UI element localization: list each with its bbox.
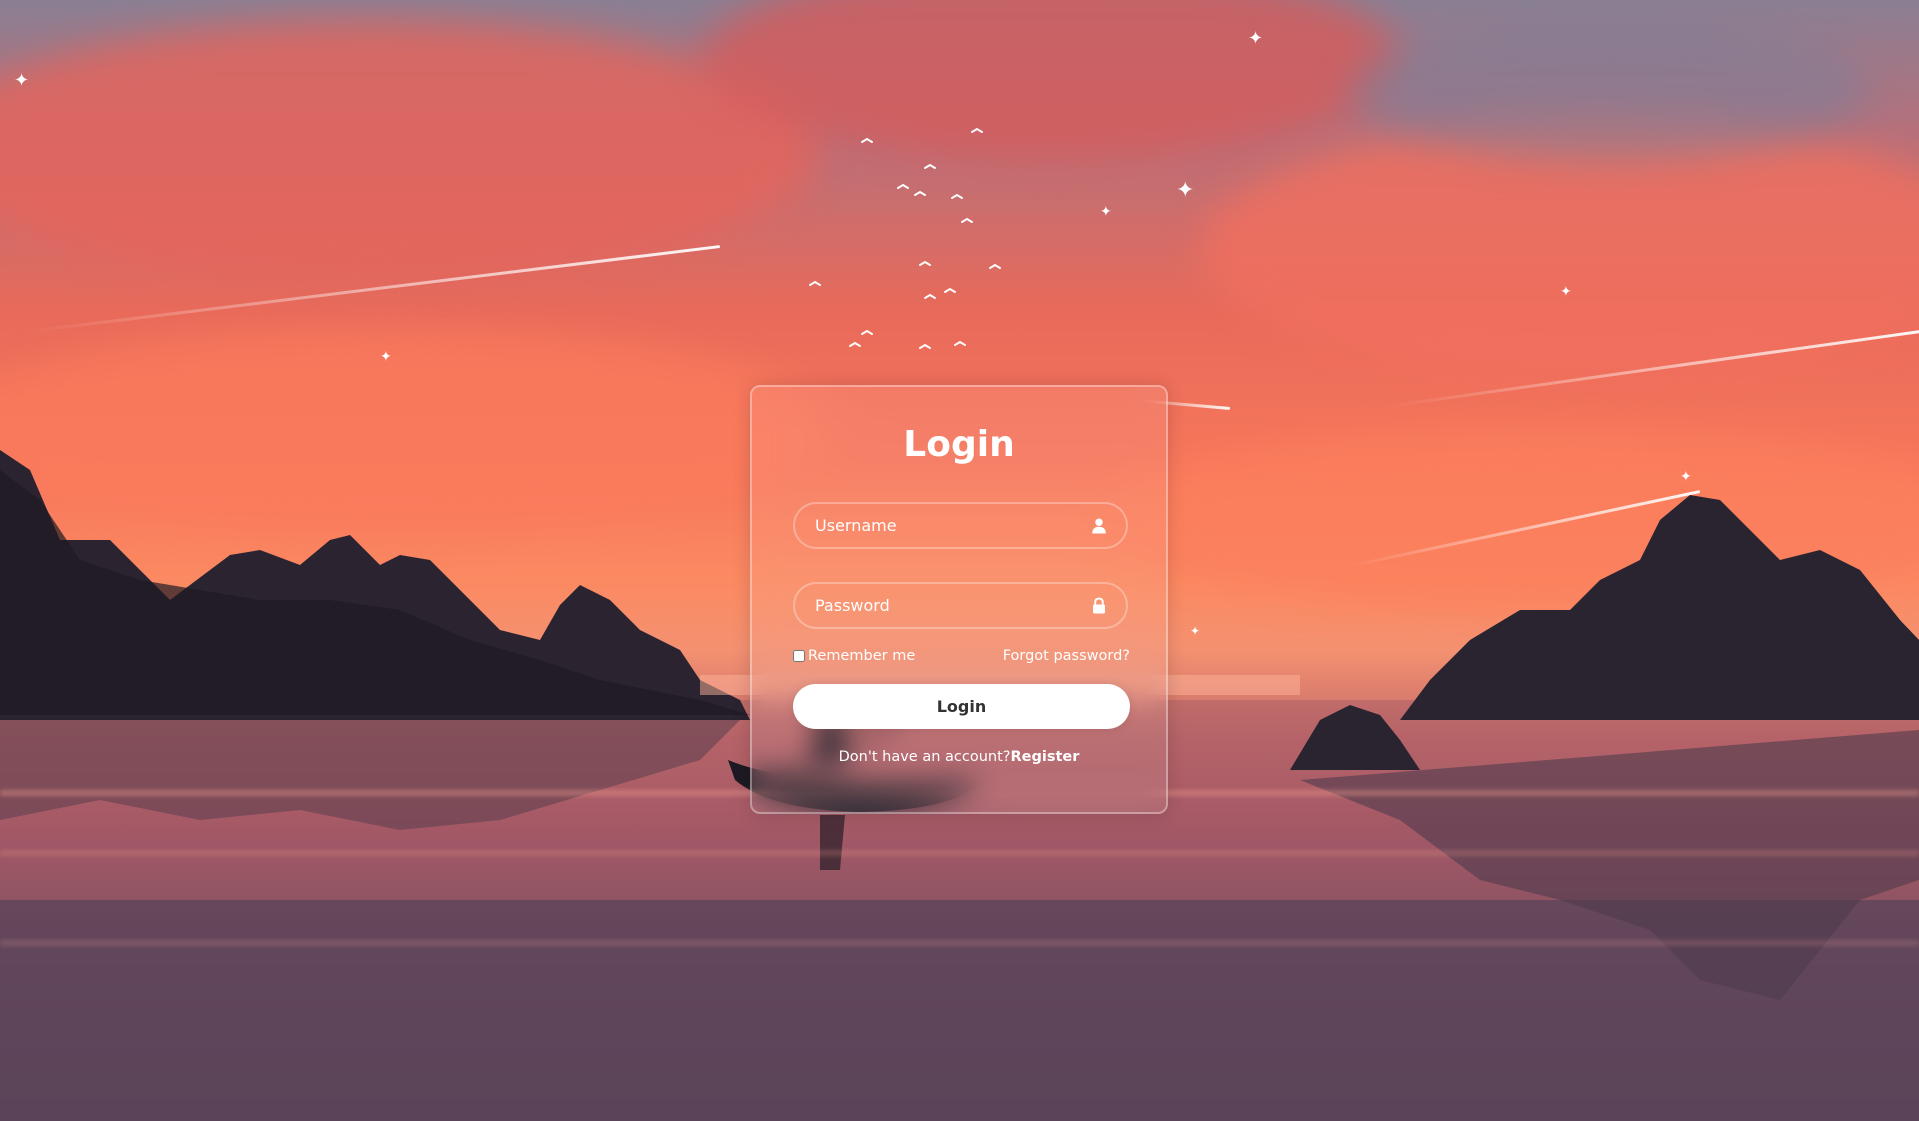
register-prompt-text: Don't have an account? — [838, 749, 1011, 765]
login-title: Login — [903, 424, 1015, 465]
background-scene: ✦ ✦ ✦ ✦ ✦ ✦ ✦ ✦ Login Username Remember … — [0, 0, 1919, 1121]
password-input[interactable] — [795, 584, 1126, 627]
remember-me-checkbox[interactable] — [793, 650, 805, 662]
remember-me-label: Remember me — [808, 648, 916, 664]
password-field — [793, 582, 1128, 629]
user-icon — [1092, 518, 1106, 533]
forgot-password-link[interactable]: Forgot password? — [1003, 648, 1130, 664]
register-prompt: Don't have an account?Register — [752, 749, 1166, 765]
register-link[interactable]: Register — [1010, 749, 1079, 765]
water-shine — [0, 850, 1919, 856]
water-shine — [0, 940, 1919, 946]
username-field — [793, 502, 1128, 549]
login-form: Login Remember me Forgot password? Login — [750, 385, 1168, 814]
remember-forgot-row: Remember me Forgot password? — [793, 646, 1130, 666]
lock-icon — [1093, 597, 1105, 613]
remember-me-option[interactable]: Remember me — [793, 648, 915, 664]
username-input[interactable] — [795, 504, 1126, 547]
login-button[interactable]: Login — [793, 684, 1130, 729]
